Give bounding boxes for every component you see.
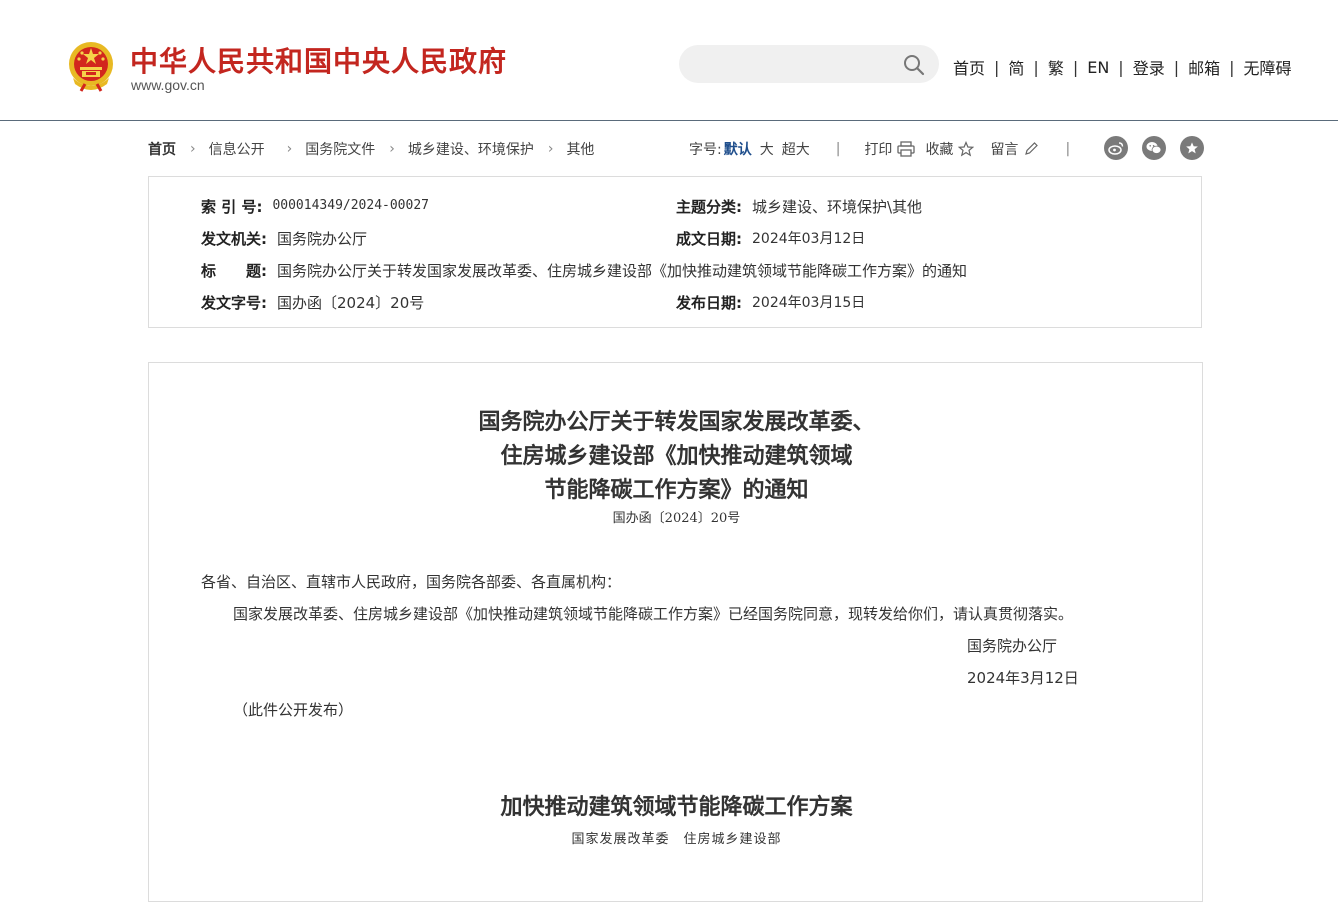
site-header: 中华人民共和国中央人民政府 www.gov.cn 首页 | 简 | 繁 | EN… [0, 0, 1338, 121]
nav-traditional[interactable]: 繁 [1048, 55, 1064, 79]
top-nav: 首页 | 简 | 繁 | EN | 登录 | 邮箱 | 无障碍 [953, 55, 1292, 79]
document-title-line: 国务院办公厅关于转发国家发展改革委、 [478, 409, 875, 435]
header-divider [0, 120, 1338, 121]
meta-title-label: 标 题: [201, 262, 267, 280]
document-number: 国办函〔2024〕20号 [612, 511, 741, 526]
document-metadata: 索 引 号: 000014349/2024-00027 主题分类: 城乡建设、环… [148, 176, 1202, 328]
meta-issuer-label: 发文机关: [201, 230, 267, 248]
nav-separator: | [1118, 57, 1124, 77]
share-icons-wechat [1142, 136, 1166, 160]
share-icons [1104, 136, 1128, 160]
sign-date: 2024年3月12日 [967, 669, 1079, 687]
breadcrumb-info-public[interactable]: 信息公开 [209, 139, 265, 159]
salutation: 各省、自治区、直辖市人民政府，国务院各部委、各直属机构： [201, 573, 622, 591]
document-content: 国务院办公厅关于转发国家发展改革委、 住房城乡建设部《加快推动建筑领域 节能降碳… [148, 362, 1203, 902]
national-emblem-icon[interactable] [67, 40, 115, 92]
tools-separator: | [1065, 141, 1071, 157]
nav-separator: | [1072, 57, 1079, 77]
chevron-right-icon: › [190, 141, 196, 157]
nav-simplified[interactable]: 简 [1008, 55, 1024, 79]
nav-separator: | [1033, 57, 1039, 77]
meta-doc-number: 发文字号: 国办函〔2024〕20号 [201, 292, 424, 313]
search-box [679, 45, 939, 83]
meta-title-value: 国务院办公厅关于转发国家发展改革委、住房城乡建设部《加快推动建筑领域节能降碳工作… [277, 262, 968, 280]
meta-date-published: 发布日期: 2024年03月15日 [676, 292, 865, 313]
chevron-right-icon: › [389, 141, 395, 157]
document-title: 国务院办公厅关于转发国家发展改革委、 住房城乡建设部《加快推动建筑领域 节能降碳… [149, 405, 1204, 507]
chevron-right-icon: › [286, 141, 293, 157]
search-input[interactable] [697, 54, 901, 76]
font-size-default[interactable]: 默认 [724, 139, 752, 159]
meta-date-written: 成文日期: 2024年03月12日 [676, 228, 865, 249]
breadcrumb-other[interactable]: 其他 [566, 139, 594, 159]
breadcrumb: 首页 › 信息公开 › 国务院文件 › 城乡建设、环境保护 › 其他 [148, 139, 594, 159]
nav-home[interactable]: 首页 [953, 55, 985, 79]
print-button[interactable]: 打印 [864, 139, 916, 159]
meta-issuer-value: 国务院办公厅 [277, 230, 368, 248]
search-icon[interactable] [903, 54, 925, 76]
site-domain: www.gov.cn [131, 77, 205, 93]
nav-accessibility[interactable]: 无障碍 [1244, 55, 1292, 79]
favorite-button[interactable]: 收藏 [925, 139, 975, 159]
meta-date-published-value: 2024年03月15日 [752, 295, 866, 311]
meta-date-written-label: 成文日期: [676, 230, 742, 248]
meta-index-label: 索 引 号: [201, 198, 263, 216]
nav-separator: | [1229, 57, 1235, 77]
tools-separator: | [835, 141, 841, 157]
document-title-line: 节能降碳工作方案》的通知 [544, 477, 809, 503]
plan-title: 加快推动建筑领域节能降碳工作方案 [500, 794, 853, 820]
breadcrumb-urban-environment[interactable]: 城乡建设、环境保护 [408, 139, 534, 159]
signature: 国务院办公厅 [967, 637, 1058, 655]
meta-index-value: 000014349/2024-00027 [272, 198, 429, 213]
meta-date-published-label: 发布日期: [676, 294, 742, 312]
meta-doc-number-label: 发文字号: [201, 294, 267, 312]
publish-note: （此件公开发布） [233, 701, 354, 719]
nav-english[interactable]: EN [1087, 58, 1109, 77]
plan-organizations: 国家发展改革委 住房城乡建设部 [571, 832, 782, 847]
font-size-xlarge[interactable]: 超大 [782, 139, 810, 159]
breadcrumb-state-council-docs[interactable]: 国务院文件 [305, 139, 375, 159]
nav-login[interactable]: 登录 [1133, 55, 1165, 79]
meta-category-label: 主题分类: [676, 198, 742, 216]
comment-label: 留言 [990, 142, 1019, 158]
nav-mail[interactable]: 邮箱 [1188, 55, 1220, 79]
breadcrumb-home[interactable]: 首页 [148, 139, 176, 159]
meta-index: 索 引 号: 000014349/2024-00027 [201, 196, 429, 217]
article-tools: 字号: 默认 大 超大 | 打印 收藏 留言 | [689, 139, 1070, 159]
weibo-icon[interactable] [1104, 136, 1128, 160]
star-outline-icon [958, 141, 975, 157]
favorite-label: 收藏 [925, 142, 954, 158]
font-size-label: 字号: [689, 142, 722, 158]
document-title-line: 住房城乡建设部《加快推动建筑领域 [500, 443, 853, 469]
font-size-large[interactable]: 大 [760, 139, 774, 159]
meta-title: 标 题: 国务院办公厅关于转发国家发展改革委、住房城乡建设部《加快推动建筑领域节… [201, 260, 967, 281]
meta-category-value: 城乡建设、环境保护\其他 [752, 198, 923, 216]
nav-separator: | [994, 57, 1000, 77]
meta-date-written-value: 2024年03月12日 [752, 231, 866, 247]
nav-separator: | [1173, 57, 1180, 77]
body-paragraph: 国家发展改革委、住房城乡建设部《加快推动建筑领域节能降碳工作方案》已经国务院同意… [233, 605, 1074, 623]
star-icon[interactable] [1180, 136, 1204, 160]
meta-category: 主题分类: 城乡建设、环境保护\其他 [676, 196, 922, 217]
comment-button[interactable]: 留言 [990, 139, 1039, 159]
wechat-icon[interactable] [1142, 136, 1166, 160]
share-icons-star [1180, 136, 1204, 160]
printer-icon [897, 141, 916, 157]
site-title[interactable]: 中华人民共和国中央人民政府 [130, 40, 507, 80]
meta-issuer: 发文机关: 国务院办公厅 [201, 228, 367, 249]
chevron-right-icon: › [547, 141, 554, 157]
pencil-icon [1025, 142, 1039, 155]
meta-doc-number-value: 国办函〔2024〕20号 [277, 294, 425, 312]
print-label: 打印 [864, 142, 893, 158]
